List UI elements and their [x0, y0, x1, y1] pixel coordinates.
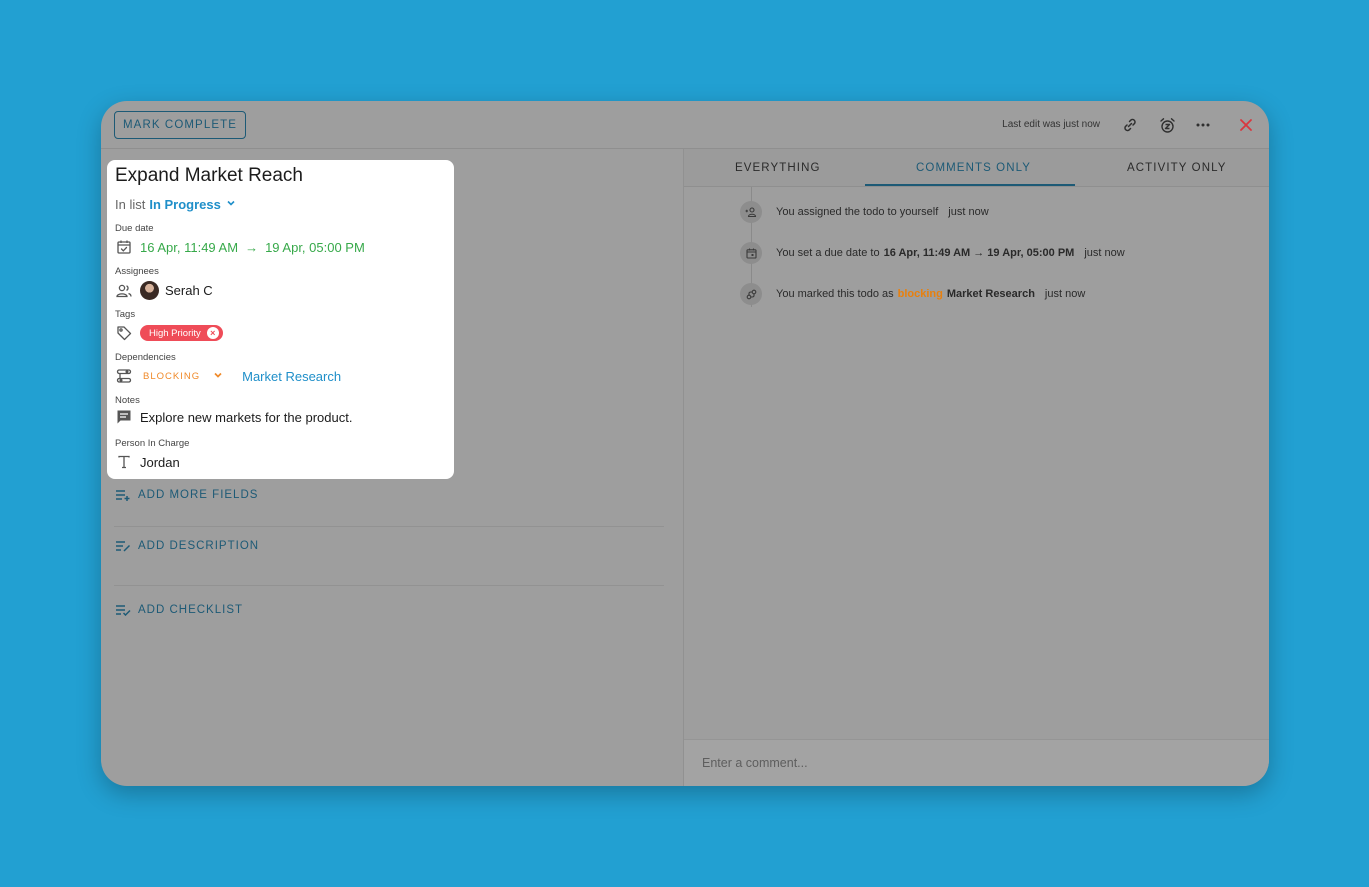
assignee-name: Serah C [165, 283, 213, 298]
due-date-arrow: → [245, 239, 259, 255]
due-date-label: Due date [115, 223, 154, 234]
more-icon[interactable] [1192, 114, 1214, 136]
dependency-target-link[interactable]: Market Research [242, 369, 341, 384]
activity-text: You marked this todo as [776, 288, 894, 300]
activity-item: You assigned the todo to yourself just n… [740, 201, 989, 223]
add-description-label: ADD DESCRIPTION [138, 540, 260, 552]
checklist-icon [116, 605, 131, 616]
active-tab-indicator [865, 184, 1075, 186]
link-icon[interactable] [1119, 114, 1141, 136]
alarm-icon[interactable] [1156, 114, 1178, 136]
divider [114, 585, 664, 586]
activity-tabs: EVERYTHING COMMENTS ONLY ACTIVITY ONLY [684, 149, 1269, 187]
activity-item: You marked this todo as blocking Market … [740, 283, 1085, 305]
notes-label: Notes [115, 395, 140, 406]
avatar [140, 281, 159, 300]
tab-everything[interactable]: EVERYTHING [735, 162, 821, 174]
calendar-icon [740, 242, 762, 264]
chevron-down-icon[interactable] [212, 369, 224, 384]
activity-due-range: 16 Apr, 11:49 AM → 19 Apr, 05:00 PM [883, 247, 1075, 259]
dependencies-field[interactable]: BLOCKING Market Research [115, 367, 341, 385]
tags-field[interactable]: High Priority × [115, 324, 223, 342]
assignees-field[interactable]: Serah C [115, 281, 213, 300]
add-checklist-label: ADD CHECKLIST [138, 604, 244, 616]
list-selector[interactable]: In list In Progress [115, 197, 237, 212]
tag-chip[interactable]: High Priority × [140, 325, 223, 341]
chevron-down-icon[interactable] [225, 197, 237, 212]
dependencies-label: Dependencies [115, 352, 176, 363]
person-in-charge-value: Jordan [140, 454, 180, 470]
task-title[interactable]: Expand Market Reach [115, 165, 303, 187]
add-fields-icon [116, 490, 130, 501]
activity-text: You set a due date to [776, 247, 880, 259]
notes-field[interactable]: Explore new markets for the product. [115, 408, 352, 426]
tags-label: Tags [115, 309, 136, 320]
activity-dependency-type: blocking [897, 288, 943, 300]
person-in-charge-field[interactable]: Jordan [115, 453, 180, 471]
edit-lines-icon [116, 541, 131, 552]
add-more-fields-label: ADD MORE FIELDS [138, 489, 259, 501]
person-in-charge-label: Person In Charge [115, 438, 190, 449]
modal-toolbar: MARK COMPLETE Last edit was just now [101, 101, 1269, 149]
due-date-field[interactable]: 16 Apr, 11:49 AM → 19 Apr, 05:00 PM [115, 238, 365, 256]
dependency-icon [740, 283, 762, 305]
calendar-check-icon [115, 238, 133, 256]
due-date-start: 16 Apr, 11:49 AM [140, 239, 239, 255]
tab-activity-only[interactable]: ACTIVITY ONLY [1127, 162, 1227, 174]
remove-tag-icon[interactable]: × [206, 327, 219, 339]
in-list-prefix: In list [115, 197, 146, 212]
activity-pane: EVERYTHING COMMENTS ONLY ACTIVITY ONLY Y… [683, 149, 1269, 786]
last-edit-status: Last edit was just now [1002, 119, 1100, 130]
dependency-type[interactable]: BLOCKING [143, 371, 200, 382]
activity-time: just now [948, 206, 989, 218]
activity-time: just now [1084, 247, 1125, 259]
tag-label: High Priority [149, 327, 201, 339]
tag-icon [115, 324, 133, 342]
activity-dependency-target[interactable]: Market Research [947, 288, 1035, 300]
assignees-label: Assignees [115, 266, 159, 277]
assign-user-icon [740, 201, 762, 223]
notes-value: Explore new markets for the product. [140, 409, 353, 425]
text-icon [115, 453, 133, 471]
add-description-button[interactable]: ADD DESCRIPTION [115, 540, 259, 552]
due-date-end: 19 Apr, 05:00 PM [265, 239, 365, 255]
activity-item: You set a due date to 16 Apr, 11:49 AM →… [740, 242, 1125, 264]
users-icon [115, 282, 133, 300]
list-name[interactable]: In Progress [149, 197, 221, 212]
mark-complete-button[interactable]: MARK COMPLETE [114, 111, 246, 139]
todo-modal: MARK COMPLETE Last edit was just now Exp… [101, 101, 1269, 786]
tab-comments-only[interactable]: COMMENTS ONLY [916, 162, 1031, 174]
activity-text: You assigned the todo to yourself [776, 206, 939, 218]
task-fields-card: Expand Market Reach In list In Progress … [107, 160, 454, 479]
comment-icon [115, 408, 133, 426]
activity-time: just now [1044, 288, 1086, 300]
divider [114, 526, 664, 527]
add-checklist-button[interactable]: ADD CHECKLIST [115, 604, 243, 616]
comment-input[interactable]: Enter a comment... [684, 739, 1269, 786]
task-details-pane: Expand Market Reach In list In Progress … [101, 149, 683, 786]
add-more-fields-button[interactable]: ADD MORE FIELDS [115, 489, 258, 501]
comment-placeholder: Enter a comment... [702, 756, 808, 770]
dependency-icon [115, 367, 133, 385]
close-icon[interactable] [1235, 114, 1257, 136]
